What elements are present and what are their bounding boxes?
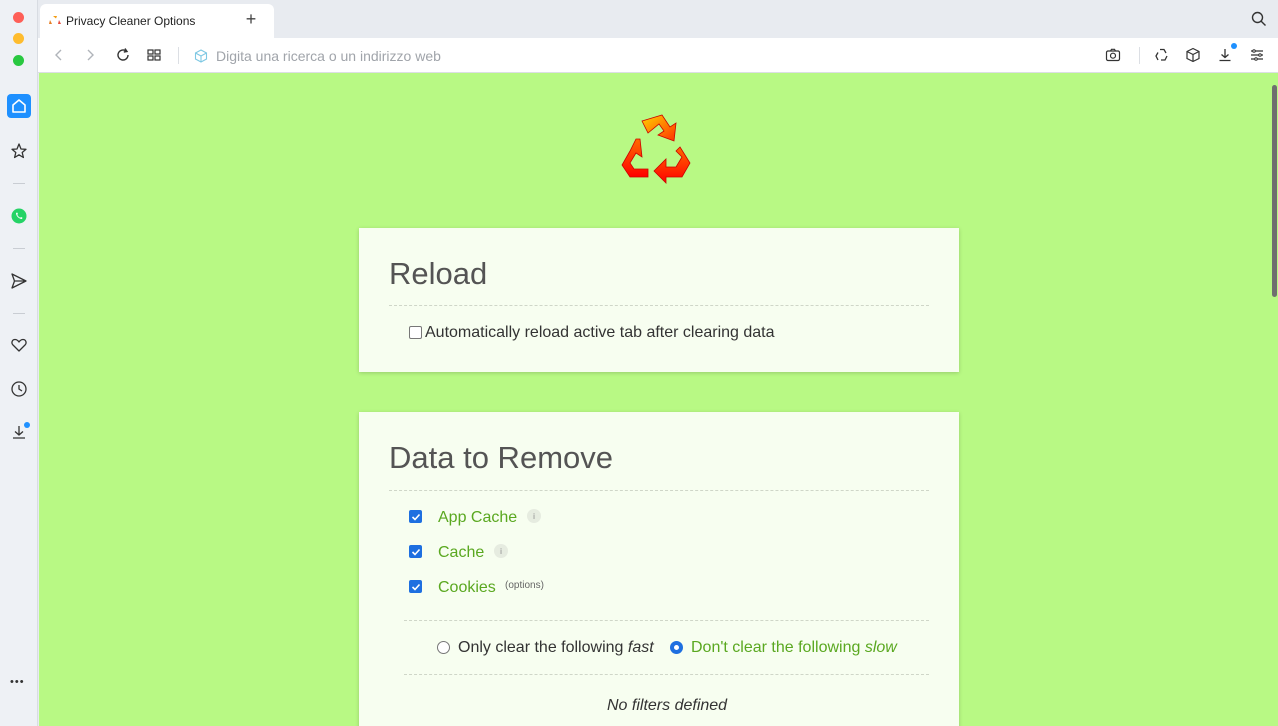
navigation-toolbar: [38, 38, 1278, 73]
grid-icon: [147, 49, 161, 61]
tab-overview-button[interactable]: [145, 46, 163, 64]
scrollbar-thumb[interactable]: [1272, 85, 1277, 297]
cookies-checkbox[interactable]: [409, 580, 422, 593]
data-to-remove-card: Data to Remove App Cache i Cache i Cooki…: [359, 412, 959, 726]
privacy-cleaner-extension[interactable]: [1153, 46, 1171, 64]
history-icon: [11, 381, 27, 397]
menu-icon: [1251, 49, 1263, 61]
address-input[interactable]: [216, 48, 756, 64]
tab-privacy-cleaner[interactable]: Privacy Cleaner Options: [40, 4, 274, 38]
sidebar-whatsapp[interactable]: [7, 204, 31, 228]
camera-icon: [1105, 48, 1121, 62]
radio-emphasis: slow: [864, 639, 897, 656]
sidebar-favorites[interactable]: [7, 333, 31, 357]
dont-clear-slow-radio[interactable]: [670, 641, 683, 654]
auto-reload-label[interactable]: Automatically reload active tab after cl…: [425, 324, 775, 342]
cookies-options-link[interactable]: (options): [505, 580, 544, 591]
page-content: Reload Automatically reload active tab a…: [39, 73, 1270, 726]
address-bar[interactable]: [194, 46, 794, 66]
app-cache-label[interactable]: App Cache: [438, 509, 517, 527]
tab-bar: Privacy Cleaner Options +: [38, 0, 1278, 38]
radio-emphasis: fast: [627, 639, 654, 656]
recycle-logo-icon: [621, 114, 691, 184]
only-clear-fast-label[interactable]: Only clear the following fast: [458, 639, 654, 657]
sidebar-divider: [13, 313, 25, 314]
sidebar-divider: [13, 183, 25, 184]
checkmark-icon: [411, 548, 420, 556]
heart-icon: [11, 338, 27, 352]
whatsapp-icon: [11, 208, 27, 224]
toolbar-divider: [1139, 47, 1140, 64]
send-icon: [11, 273, 27, 289]
cache-label[interactable]: Cache: [438, 544, 484, 562]
radio-text: Only clear the following: [458, 639, 624, 656]
page-scrollbar[interactable]: [1270, 73, 1278, 726]
chevron-right-icon: [87, 49, 94, 61]
screenshot-button[interactable]: [1104, 46, 1122, 64]
section-divider: [389, 490, 929, 491]
section-divider: [404, 674, 929, 675]
sidebar-send[interactable]: [7, 269, 31, 293]
search-icon[interactable]: [1250, 10, 1268, 28]
close-window-button[interactable]: [13, 12, 24, 23]
app-cache-checkbox[interactable]: [409, 510, 422, 523]
sidebar-bookmarks[interactable]: [7, 139, 31, 163]
info-icon[interactable]: i: [494, 544, 508, 558]
cube-icon: [1186, 47, 1200, 63]
reload-card: Reload Automatically reload active tab a…: [359, 228, 959, 372]
auto-reload-checkbox[interactable]: [409, 326, 422, 339]
minimize-window-button[interactable]: [13, 33, 24, 44]
forward-button[interactable]: [81, 46, 99, 64]
sidebar-home[interactable]: [7, 94, 31, 118]
cookies-label[interactable]: Cookies: [438, 579, 496, 597]
cache-checkbox[interactable]: [409, 545, 422, 558]
recycle-icon: [49, 16, 61, 24]
new-tab-button[interactable]: +: [242, 9, 260, 29]
dont-clear-slow-label[interactable]: Don't clear the following slow: [691, 639, 897, 657]
reload-button[interactable]: [114, 46, 132, 64]
download-icon: [1219, 49, 1231, 62]
zoom-window-button[interactable]: [13, 55, 24, 66]
back-button[interactable]: [50, 46, 68, 64]
toolbar-divider: [178, 47, 179, 64]
chevron-left-icon: [55, 49, 62, 61]
radio-text: Don't clear the following: [691, 639, 861, 656]
no-filters-text: No filters defined: [607, 697, 728, 714]
recycle-icon: [1155, 48, 1168, 61]
checkmark-icon: [411, 583, 420, 591]
sidebar-history[interactable]: [7, 377, 31, 401]
info-icon[interactable]: i: [527, 509, 541, 523]
download-badge: [24, 422, 30, 428]
downloads-button[interactable]: [1216, 46, 1234, 64]
star-icon: [11, 143, 27, 159]
only-clear-fast-radio[interactable]: [437, 641, 450, 654]
section-divider: [389, 305, 929, 306]
tab-title: Privacy Cleaner Options: [66, 14, 196, 28]
cube-icon: [194, 49, 208, 63]
data-to-remove-title: Data to Remove: [389, 440, 613, 475]
more-icon[interactable]: •••: [10, 676, 25, 688]
sidebar-divider: [13, 248, 25, 249]
section-divider: [404, 620, 929, 621]
menu-button[interactable]: [1248, 46, 1266, 64]
checkmark-icon: [411, 513, 420, 521]
reload-title: Reload: [389, 256, 488, 291]
extension-cube-button[interactable]: [1184, 46, 1202, 64]
left-sidebar: •••: [0, 0, 38, 726]
reload-icon: [117, 48, 129, 61]
home-icon: [12, 99, 26, 113]
download-badge: [1231, 43, 1237, 49]
